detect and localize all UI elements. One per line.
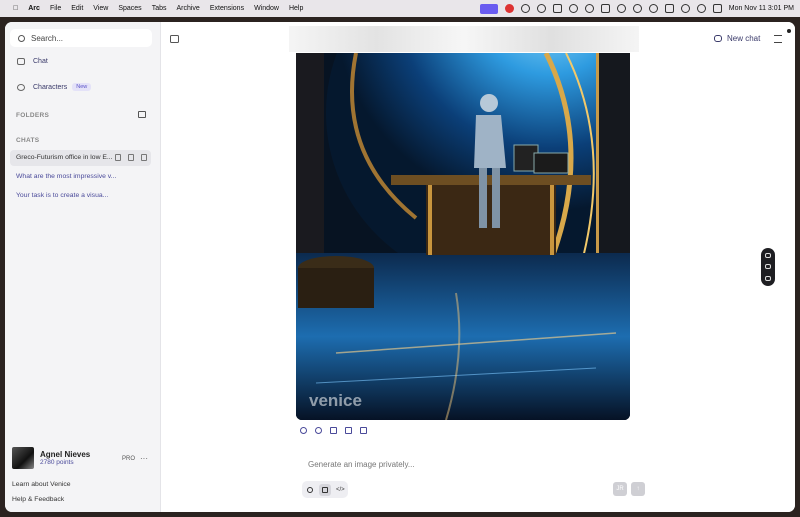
- menu-archive[interactable]: Archive: [171, 5, 204, 12]
- download-icon[interactable]: [141, 154, 147, 161]
- text-mode-button[interactable]: [304, 484, 316, 496]
- add-folder-icon[interactable]: [138, 111, 146, 118]
- sidebar-item-label: Characters: [33, 83, 68, 91]
- generated-image-art: [296, 53, 630, 420]
- menu-app-name[interactable]: Arc: [23, 5, 45, 12]
- tray-icon-4[interactable]: [568, 4, 578, 13]
- sidebar-item-chat[interactable]: Chat: [17, 58, 48, 65]
- trash-icon[interactable]: [128, 154, 134, 161]
- chat-tool-icon[interactable]: [765, 253, 771, 259]
- battery-icon[interactable]: [664, 4, 674, 13]
- wifi-icon[interactable]: [680, 4, 690, 13]
- regenerate-icon[interactable]: [300, 427, 307, 434]
- image-icon: [321, 486, 328, 493]
- menu-help[interactable]: Help: [284, 5, 308, 12]
- tray-icon-6[interactable]: [600, 4, 610, 13]
- menu-spaces[interactable]: Spaces: [113, 5, 146, 12]
- floating-toolbar: [761, 248, 775, 286]
- status-dot: [787, 29, 791, 33]
- spotlight-icon[interactable]: [696, 4, 706, 13]
- tray-icon-9[interactable]: [648, 4, 658, 13]
- info-icon[interactable]: [315, 427, 322, 434]
- screen-record-icon[interactable]: [479, 3, 498, 14]
- tray-icon-5[interactable]: [584, 4, 594, 13]
- menu-file[interactable]: File: [45, 5, 66, 12]
- control-center-icon[interactable]: [712, 4, 722, 13]
- search-placeholder[interactable]: Search...: [31, 34, 63, 43]
- folders-heading: FOLDERS: [16, 112, 50, 119]
- menu-edit[interactable]: Edit: [66, 5, 88, 12]
- profile-points: 2780 points: [40, 459, 74, 466]
- user-profile[interactable]: Agnel Nieves 2780 points: [12, 447, 90, 469]
- app-tray-icon[interactable]: [504, 4, 514, 13]
- new-chat-label: New chat: [727, 34, 761, 43]
- mode-switcher: </>: [302, 481, 348, 498]
- menu-tabs[interactable]: Tabs: [147, 5, 172, 12]
- image-mode-button[interactable]: [318, 483, 331, 496]
- search-icon: [18, 34, 25, 42]
- macos-menubar:  Arc File Edit View Spaces Tabs Archive…: [0, 0, 800, 17]
- tray-icon-8[interactable]: [632, 4, 642, 13]
- menu-window[interactable]: Window: [249, 5, 284, 12]
- list-tool-icon[interactable]: [765, 275, 771, 281]
- main-panel: New chat venice Generate an image privat…: [161, 22, 795, 512]
- chat-item-active[interactable]: Greco-Futurism office in low E...: [10, 150, 151, 166]
- new-badge: New: [72, 83, 92, 91]
- expand-icon[interactable]: [345, 427, 352, 434]
- apple-icon[interactable]: : [8, 5, 23, 12]
- help-feedback-link[interactable]: Help & Feedback: [12, 496, 64, 503]
- visibility-tool-icon[interactable]: [765, 264, 771, 270]
- menu-view[interactable]: View: [88, 5, 113, 12]
- avatar: [12, 447, 34, 469]
- characters-icon: [17, 83, 25, 91]
- chats-heading: CHATS: [16, 137, 40, 144]
- edit-icon[interactable]: [115, 154, 121, 161]
- more-options-icon[interactable]: ···: [140, 454, 148, 463]
- menu-extensions[interactable]: Extensions: [205, 5, 249, 12]
- prompt-input[interactable]: Generate an image privately...: [308, 460, 415, 469]
- image-actions: [300, 427, 367, 434]
- trash-icon[interactable]: [360, 427, 367, 434]
- scroll-fade: [289, 26, 639, 52]
- settings-sliders-icon[interactable]: [774, 35, 782, 43]
- tray-icon-3[interactable]: [552, 4, 562, 13]
- chat-bubble-icon: [306, 486, 313, 493]
- pro-badge: PRO: [122, 456, 136, 462]
- chat-item-label: Greco-Futurism office in low E...: [16, 154, 113, 161]
- download-icon[interactable]: [330, 427, 337, 434]
- sidebar-toggle-icon[interactable]: [170, 35, 179, 43]
- new-chat-icon: [714, 35, 722, 42]
- learn-about-link[interactable]: Learn about Venice: [12, 481, 71, 488]
- chat-item-actions: [115, 154, 147, 161]
- sidebar-item-label: Chat: [33, 58, 48, 65]
- chat-item[interactable]: What are the most impressive v...: [16, 173, 126, 180]
- tray-icon-1[interactable]: [520, 4, 530, 13]
- tray-icon-7[interactable]: [616, 4, 626, 13]
- chat-item[interactable]: Your task is to create a visua...: [16, 192, 126, 199]
- search-bar[interactable]: Search...: [10, 29, 152, 47]
- tray-icon-2[interactable]: [536, 4, 546, 13]
- composer-actions: JR ↑: [613, 482, 645, 496]
- generated-image[interactable]: venice: [296, 53, 630, 420]
- user-initials-badge[interactable]: JR: [613, 482, 627, 496]
- send-button[interactable]: ↑: [631, 482, 645, 496]
- new-chat-button[interactable]: New chat: [714, 34, 760, 43]
- image-watermark: venice: [309, 391, 362, 410]
- chat-icon: [17, 58, 25, 65]
- sidebar-item-characters[interactable]: Characters New: [17, 83, 92, 91]
- profile-name: Agnel Nieves: [40, 450, 91, 459]
- code-mode-button[interactable]: </>: [334, 484, 346, 496]
- sidebar: Search... Chat Characters New FOLDERS CH…: [5, 22, 161, 512]
- menubar-clock[interactable]: Mon Nov 11 3:01 PM: [729, 5, 794, 12]
- browser-window: Search... Chat Characters New FOLDERS CH…: [5, 22, 795, 512]
